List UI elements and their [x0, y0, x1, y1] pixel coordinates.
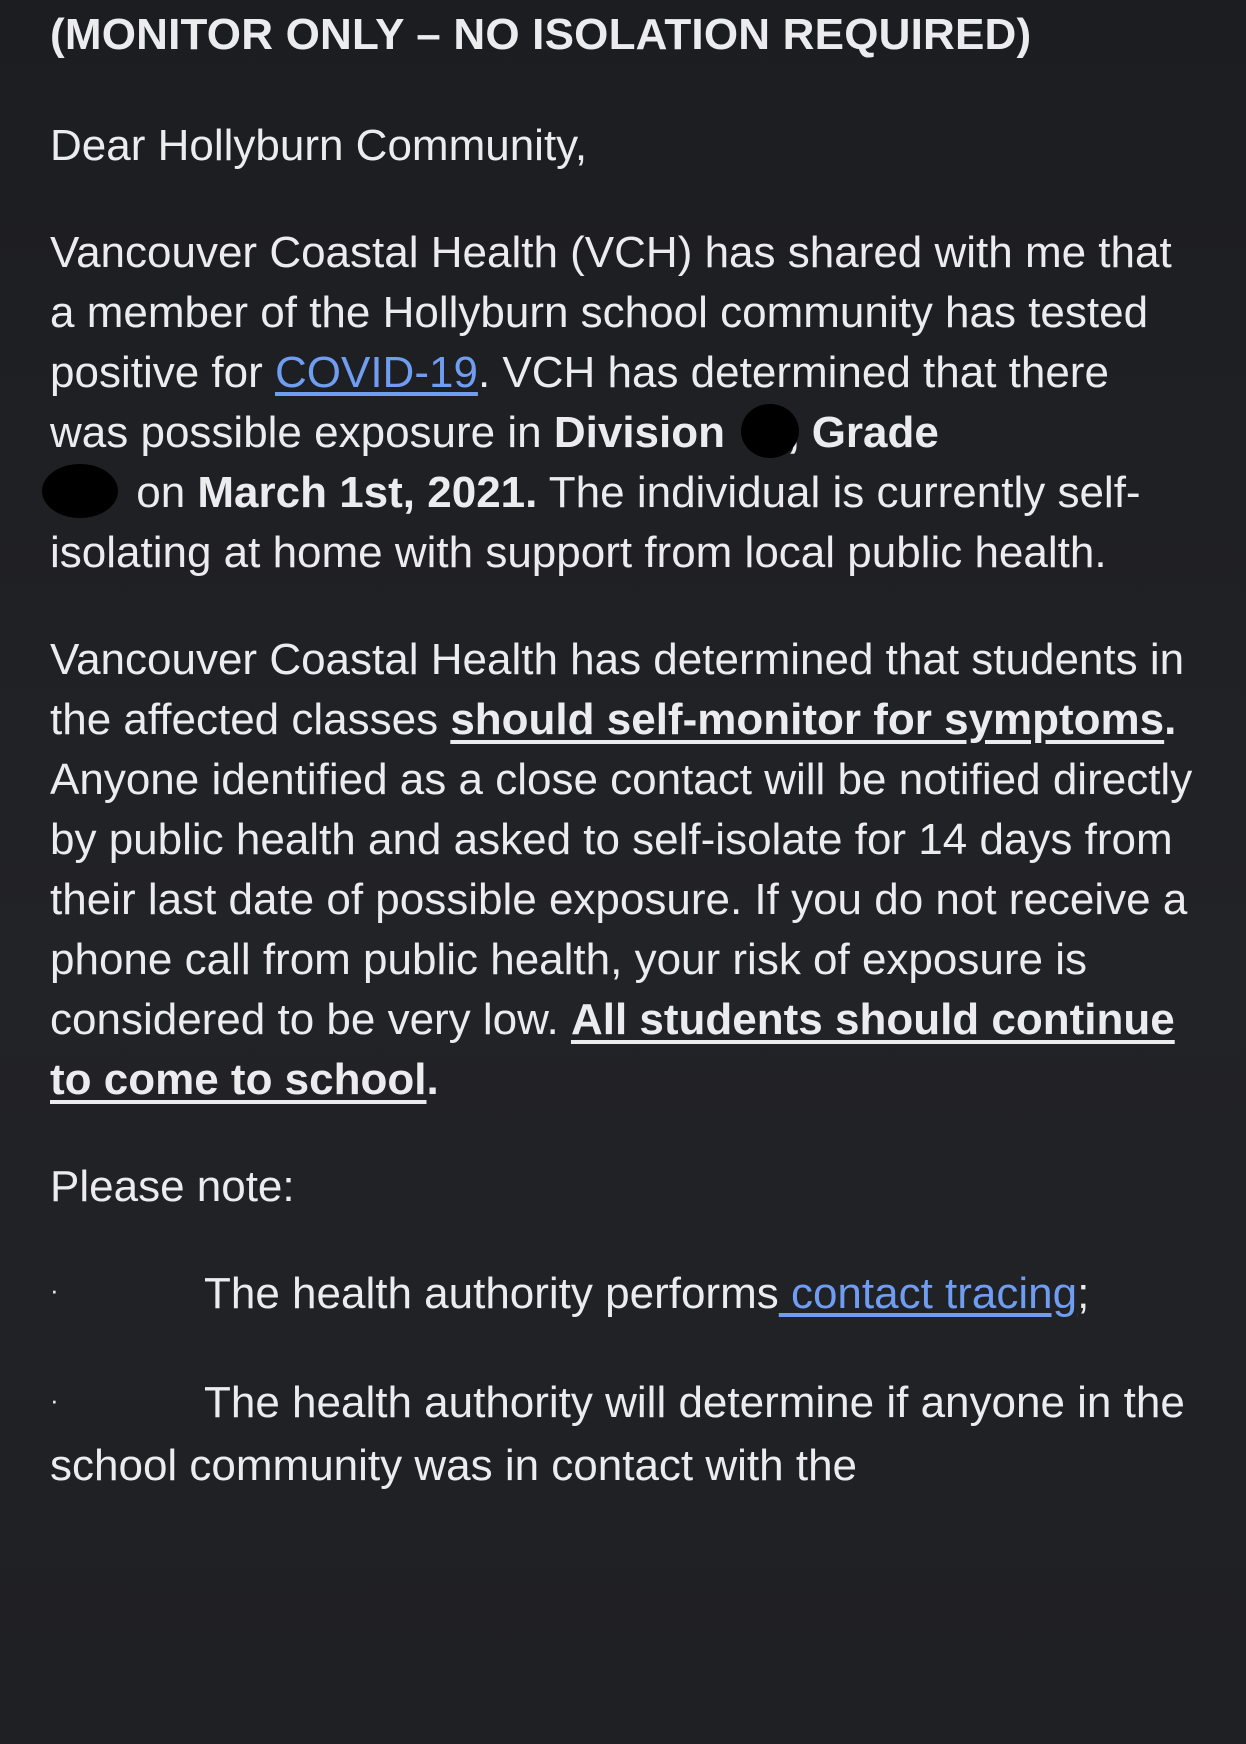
bullet-dot-icon: ·: [50, 1384, 59, 1415]
self-monitor-emphasis: should self-monitor for symptoms: [450, 695, 1165, 744]
list-item: · The health authority will determine if …: [50, 1373, 1196, 1495]
redacted-grade-number: [42, 464, 118, 519]
division-label: Division: [553, 408, 725, 457]
self-monitor-period: .: [1164, 695, 1177, 744]
p1-text-c: on: [124, 468, 198, 517]
bullet-text: The health authority performs: [204, 1269, 779, 1318]
please-note-label: Please note:: [50, 1162, 295, 1211]
exposure-date: March 1st, 2021.: [197, 468, 538, 517]
paragraph-monitoring: Vancouver Coastal Health has determined …: [50, 630, 1196, 1110]
email-header: (MONITOR ONLY – NO ISOLATION REQUIRED): [50, 10, 1032, 59]
continue-school-period: .: [426, 1055, 439, 1104]
paragraph-exposure-notice: Vancouver Coastal Health (VCH) has share…: [42, 223, 1196, 583]
greeting: Dear Hollyburn Community,: [50, 121, 588, 170]
bullet-after: ;: [1077, 1269, 1090, 1318]
email-body: (MONITOR ONLY – NO ISOLATION REQUIRED) D…: [0, 0, 1246, 1744]
covid-19-link[interactable]: COVID-19: [275, 348, 478, 397]
contact-tracing-link[interactable]: contact tracing: [779, 1269, 1077, 1318]
grade-label: Grade: [799, 408, 939, 457]
bullet-text: The health authority will determine if a…: [50, 1378, 1185, 1490]
bullet-dot-icon: ·: [50, 1275, 59, 1306]
list-item: · The health authority performs contact t…: [50, 1264, 1196, 1326]
